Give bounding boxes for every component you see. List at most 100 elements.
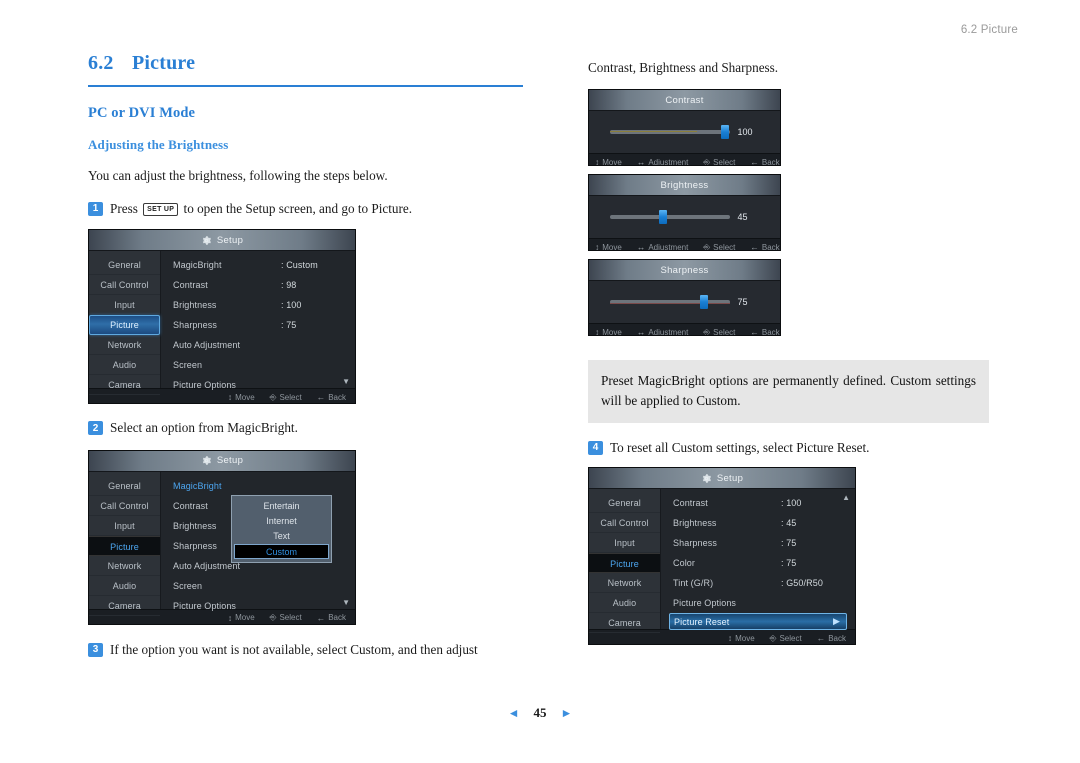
sharpness-slider-knob[interactable] [699, 295, 708, 310]
sidebar-item-general[interactable]: General [89, 255, 160, 276]
sidebar-item-call-control[interactable]: Call Control [589, 513, 660, 534]
step-1: 1 Press SET UP to open the Setup screen,… [88, 200, 528, 218]
osd-row-brightness[interactable]: Brightness: 100 [161, 295, 355, 315]
contrast-slider-track[interactable] [609, 125, 730, 140]
gear-icon [702, 474, 711, 483]
gear-icon [202, 236, 211, 245]
enter-key-icon: ⎆ [769, 632, 777, 643]
play-arrow-icon[interactable]: ▶ [833, 616, 840, 627]
sidebar-item-camera[interactable]: Camera [89, 375, 160, 396]
osd-title-bar: Setup [89, 450, 355, 472]
osd-sidebar[interactable]: General Call Control Input Picture Netwo… [89, 251, 161, 396]
osd-title-text: Brightness [660, 179, 709, 191]
osd-row-auto-adjustment[interactable]: Auto Adjustment [161, 335, 355, 355]
sidebar-item-general[interactable]: General [89, 476, 160, 496]
osd-slider-sharpness[interactable]: Sharpness 75 ↕ Move ↔ Adjustment ⎆ Select ←… [588, 259, 781, 337]
osd-row-label: MagicBright [173, 480, 222, 491]
dropdown-option-custom[interactable]: Custom [234, 543, 329, 559]
osd-row-magicbright[interactable]: MagicBright: Custom [161, 255, 355, 275]
osd-row-label: Contrast [673, 498, 708, 509]
osd-footer-back: ← Back [817, 633, 846, 643]
brightness-slider-track[interactable] [609, 210, 730, 225]
brightness-value: 45 [737, 212, 748, 223]
osd-magicbright-menu[interactable]: Setup General Call Control Input Picture… [88, 449, 356, 625]
right-column: Contrast, Brightness and Sharpness. Cont… [588, 58, 1018, 646]
sidebar-item-call-control[interactable]: Call Control [89, 496, 160, 516]
step-3: 3 If the option you want is not availabl… [88, 641, 528, 659]
step-4-text: To reset all Custom settings, select Pic… [610, 439, 870, 455]
osd-row-tint[interactable]: Tint (G/R): G50/R50 [661, 573, 855, 593]
sidebar-item-camera[interactable]: Camera [89, 596, 160, 616]
sidebar-item-camera[interactable]: Camera [589, 613, 660, 634]
osd-row-picture-reset[interactable]: Picture Reset ▶ [669, 613, 847, 631]
osd-row-brightness[interactable]: Brightness: 45 [661, 513, 855, 533]
sidebar-item-network[interactable]: Network [89, 335, 160, 356]
sharpness-slider-track[interactable] [609, 295, 730, 310]
osd-row-label: Screen [173, 360, 203, 371]
osd-row-magicbright[interactable]: MagicBright [161, 476, 355, 496]
dropdown-option-text[interactable]: Text [234, 529, 329, 544]
osd-picture-menu[interactable]: Setup General Call Control Input Picture… [88, 229, 356, 405]
osd-row-sharpness[interactable]: Sharpness: 75 [661, 533, 855, 553]
sidebar-item-network[interactable]: Network [589, 573, 660, 594]
contrast-value: 100 [737, 127, 753, 138]
osd-slider-contrast[interactable]: Contrast 100 ↕ Move ↔ Adjustment ⎆ Select ←… [588, 89, 781, 167]
osd-sidebar[interactable]: General Call Control Input Picture Netwo… [589, 489, 661, 634]
osd-footer-move-label: Move [735, 633, 755, 643]
chevron-down-icon[interactable]: ▼ [342, 598, 350, 607]
sidebar-item-audio[interactable]: Audio [89, 576, 160, 596]
osd-footer-move: ↕ Move [728, 633, 755, 643]
gear-icon [202, 456, 211, 465]
sharpness-value: 75 [737, 297, 748, 308]
chevron-down-icon[interactable]: ▼ [342, 377, 350, 386]
enter-key-icon: ⎆ [703, 156, 711, 167]
osd-picture-reset-menu[interactable]: Setup General Call Control Input Picture… [588, 467, 856, 646]
osd-row-label: Brightness [673, 518, 717, 529]
note-box: Preset MagicBright options are permanent… [588, 360, 989, 423]
sidebar-item-picture[interactable]: Picture [589, 553, 660, 574]
osd-footer-adjustment: ↔ Adjustment [637, 327, 689, 337]
osd-row-screen[interactable]: Screen [161, 576, 355, 596]
magicbright-dropdown[interactable]: Entertain Internet Text Custom [231, 494, 332, 563]
contrast-slider-knob[interactable] [721, 125, 730, 140]
dropdown-option-internet[interactable]: Internet [234, 514, 329, 529]
step-1-pre: Press [110, 200, 138, 216]
osd-row-screen[interactable]: Screen [161, 355, 355, 375]
osd-footer-move-label: Move [602, 157, 622, 167]
osd-row-value: : 100 [781, 498, 802, 509]
osd-row-contrast[interactable]: Contrast : 100 [661, 493, 855, 513]
osd-row-picture-options[interactable]: Picture Options [161, 596, 355, 616]
sidebar-item-audio[interactable]: Audio [89, 355, 160, 376]
osd-row-label: Sharpness [673, 538, 717, 549]
osd-row-picture-options[interactable]: Picture Options [661, 593, 855, 613]
sidebar-item-input[interactable]: Input [89, 516, 160, 536]
osd-row-color[interactable]: Color: 75 [661, 553, 855, 573]
sidebar-item-call-control[interactable]: Call Control [89, 275, 160, 296]
up-down-arrow-icon: ↕ [595, 327, 600, 337]
sidebar-item-picture[interactable]: Picture [89, 315, 160, 336]
intro-paragraph: You can adjust the brightness, following… [88, 167, 388, 183]
chevron-up-icon[interactable]: ▲ [842, 493, 850, 502]
sidebar-item-input[interactable]: Input [589, 533, 660, 554]
osd-item-list: MagicBright: Custom Contrast: 98 Brightn… [161, 251, 355, 390]
sidebar-item-general[interactable]: General [589, 493, 660, 514]
dropdown-option-entertain[interactable]: Entertain [234, 499, 329, 514]
osd-slider-brightness[interactable]: Brightness 45 ↕ Move ↔ Adjustment ⎆ Select … [588, 174, 781, 252]
brightness-slider-knob[interactable] [658, 210, 667, 225]
osd-row-contrast[interactable]: Contrast: 98 [161, 275, 355, 295]
triangle-left-icon[interactable]: ◄ [508, 706, 520, 721]
sidebar-item-network[interactable]: Network [89, 556, 160, 576]
osd-sidebar[interactable]: General Call Control Input Picture Netwo… [89, 471, 161, 616]
triangle-right-icon[interactable]: ► [561, 706, 573, 721]
osd-row-label: Sharpness [173, 320, 217, 331]
osd-footer: ↕ Move ↔ Adjustment ⎆ Select ← Back [589, 238, 780, 251]
osd-footer-select-label: Select [713, 242, 736, 252]
osd-footer-adjust-label: Adjustment [648, 327, 689, 337]
sidebar-item-picture[interactable]: Picture [89, 535, 160, 556]
slider-fill [609, 303, 730, 305]
sidebar-item-audio[interactable]: Audio [589, 593, 660, 614]
osd-row-picture-options[interactable]: Picture Options [161, 375, 355, 395]
sidebar-item-input[interactable]: Input [89, 295, 160, 316]
step-1-text: Press SET UP to open the Setup screen, a… [110, 200, 412, 218]
osd-row-sharpness[interactable]: Sharpness: 75 [161, 315, 355, 335]
